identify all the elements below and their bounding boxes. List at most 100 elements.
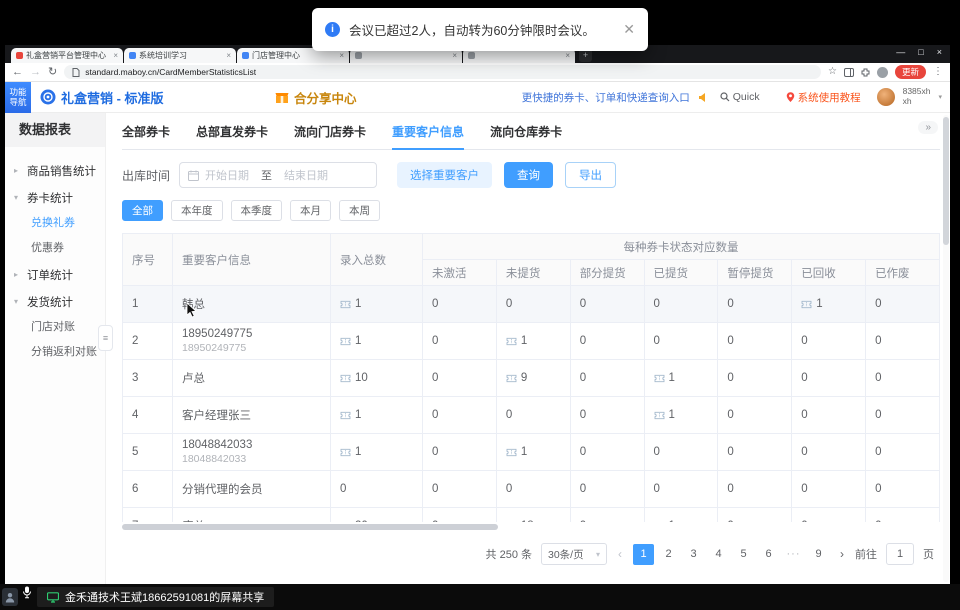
table-row[interactable]: 7唐总2001801000 <box>123 508 940 523</box>
tab-close-icon[interactable]: × <box>113 51 118 60</box>
share-center-link[interactable]: 合分享中心 <box>275 82 357 112</box>
user-name-sub: xh <box>903 97 931 107</box>
sidebar-item[interactable]: 优惠券 <box>5 236 105 261</box>
filter-chip[interactable]: 本月 <box>290 200 331 221</box>
cell-status: 1 <box>644 360 718 397</box>
horizontal-scrollbar[interactable] <box>122 524 940 530</box>
refresh-icon[interactable]: ↻ <box>48 67 57 78</box>
close-icon[interactable]: ✕ <box>623 21 635 38</box>
page-tab[interactable]: 总部直发券卡 <box>196 123 268 149</box>
table-row[interactable]: 1韩总10000010 <box>123 286 940 323</box>
participant-avatar[interactable] <box>2 588 18 606</box>
page-size-select[interactable]: 30条/页 ▾ <box>541 543 607 565</box>
address-bar[interactable]: standard.maboy.cn/CardMemberStatisticsLi… <box>64 65 821 79</box>
menu-kebab-icon[interactable]: ⋮ <box>933 67 943 77</box>
page-tab[interactable]: 重要客户信息 <box>392 123 464 150</box>
th-customer: 重要客户信息 <box>173 234 331 286</box>
tab-close-icon[interactable]: × <box>452 51 457 60</box>
sidebar-item[interactable]: 门店对账 <box>5 315 105 340</box>
user-avatar[interactable] <box>877 88 895 106</box>
count-cell: 0 <box>340 483 413 495</box>
microphone-icon[interactable] <box>22 586 32 604</box>
sidebar-group[interactable]: ▾券卡统计 <box>5 184 105 211</box>
count-value: 1 <box>669 372 675 384</box>
goto-page-input[interactable] <box>886 543 914 565</box>
pager-prev-button[interactable]: ‹ <box>616 547 624 561</box>
filter-chip[interactable]: 本周 <box>339 200 380 221</box>
sidebar-group[interactable]: ▸订单统计 <box>5 261 105 288</box>
pager-page[interactable]: 5 <box>733 544 754 565</box>
cell-status: 0 <box>718 286 792 323</box>
pager-page[interactable]: 2 <box>658 544 679 565</box>
count-cell: 0 <box>801 409 856 421</box>
browser-profile-avatar[interactable] <box>877 67 888 78</box>
url-text: standard.maboy.cn/CardMemberStatisticsLi… <box>85 67 256 77</box>
user-name-block[interactable]: 8385xh xh <box>903 87 931 107</box>
forward-icon[interactable]: → <box>30 67 41 78</box>
count-cell: 0 <box>432 298 487 310</box>
count-cell: 0 <box>580 372 635 384</box>
sidebar-item[interactable]: 兑换礼券 <box>5 211 105 236</box>
table-row[interactable]: 3卢总100901000 <box>123 360 940 397</box>
count-cell: 0 <box>875 335 930 347</box>
page-tab[interactable]: 流向仓库券卡 <box>490 123 562 149</box>
sidebar-item[interactable]: 分销返利对账 <box>5 340 105 365</box>
table-row[interactable]: 5180488420331804884203310100000 <box>123 434 940 471</box>
count-value: 0 <box>580 446 586 458</box>
window-minimize-button[interactable]: — <box>896 47 905 57</box>
select-customer-button[interactable]: 选择重要客户 <box>397 162 492 188</box>
customer-name: 唐总 <box>182 518 321 522</box>
count-value: 0 <box>875 335 881 347</box>
coupon-icon <box>340 374 351 383</box>
sidebar-group[interactable]: ▸商品销售统计 <box>5 157 105 184</box>
sidebar-drag-handle[interactable]: ≡ <box>98 325 113 351</box>
promo-entry-link[interactable]: 更快捷的券卡、订单和快递查询入口 <box>522 90 690 105</box>
count-cell: 1 <box>340 335 413 347</box>
browser-tab[interactable]: 系统培训学习× <box>124 48 236 63</box>
back-icon[interactable]: ← <box>12 67 23 78</box>
extensions-icon[interactable] <box>861 68 870 77</box>
side-panel-icon[interactable] <box>844 68 854 77</box>
browser-update-button[interactable]: 更新 <box>895 65 926 79</box>
browser-tab[interactable]: 礼盒营销平台管理中心× <box>11 48 123 63</box>
vertical-scrollbar[interactable] <box>943 115 949 582</box>
pager-page[interactable]: 4 <box>708 544 729 565</box>
pager-page[interactable]: 1 <box>633 544 654 565</box>
vertical-scrollbar-thumb[interactable] <box>943 117 949 245</box>
table-row[interactable]: 4客户经理张三10001000 <box>123 397 940 434</box>
window-close-button[interactable]: × <box>937 47 942 57</box>
cell-status: 0 <box>570 286 644 323</box>
tutorial-link[interactable]: 系统使用教程 <box>786 90 861 105</box>
share-center-label: 合分享中心 <box>294 88 357 107</box>
tab-close-icon[interactable]: × <box>565 51 570 60</box>
count-cell: 0 <box>875 520 930 522</box>
filter-chip[interactable]: 本年度 <box>171 200 223 221</box>
quick-search[interactable]: Quick <box>720 91 760 103</box>
pager-next-button[interactable]: › <box>838 547 846 561</box>
collapse-chevron-icon[interactable]: » <box>918 121 938 134</box>
pager-page[interactable]: 6 <box>758 544 779 565</box>
pager-page[interactable]: 3 <box>683 544 704 565</box>
toolbar-right: ☆ 更新 ⋮ <box>828 65 943 79</box>
table-row[interactable]: 2189502497751895024977510100000 <box>123 323 940 360</box>
sidebar-group[interactable]: ▾发货统计 <box>5 288 105 315</box>
table-row[interactable]: 6分销代理的会员00000000 <box>123 471 940 508</box>
horizontal-scrollbar-thumb[interactable] <box>122 524 498 530</box>
pager-page[interactable]: 9 <box>808 544 829 565</box>
count-value: 0 <box>727 520 733 522</box>
export-button[interactable]: 导出 <box>565 162 616 188</box>
window-maximize-button[interactable]: □ <box>918 47 923 57</box>
date-range-input[interactable]: 开始日期 至 结束日期 <box>179 162 377 188</box>
filter-chip[interactable]: 本季度 <box>231 200 283 221</box>
bookmark-star-icon[interactable]: ☆ <box>828 67 837 77</box>
count-value: 0 <box>580 335 586 347</box>
page-tab[interactable]: 流向门店券卡 <box>294 123 366 149</box>
tab-close-icon[interactable]: × <box>339 51 344 60</box>
cell-status: 0 <box>423 286 497 323</box>
filter-chip[interactable]: 全部 <box>122 200 163 221</box>
page-tab[interactable]: 全部券卡 <box>122 123 170 149</box>
count-value: 0 <box>801 520 807 522</box>
function-nav-button[interactable]: 功能 导航 <box>5 82 31 113</box>
tab-close-icon[interactable]: × <box>226 51 231 60</box>
query-button[interactable]: 查询 <box>504 162 553 188</box>
